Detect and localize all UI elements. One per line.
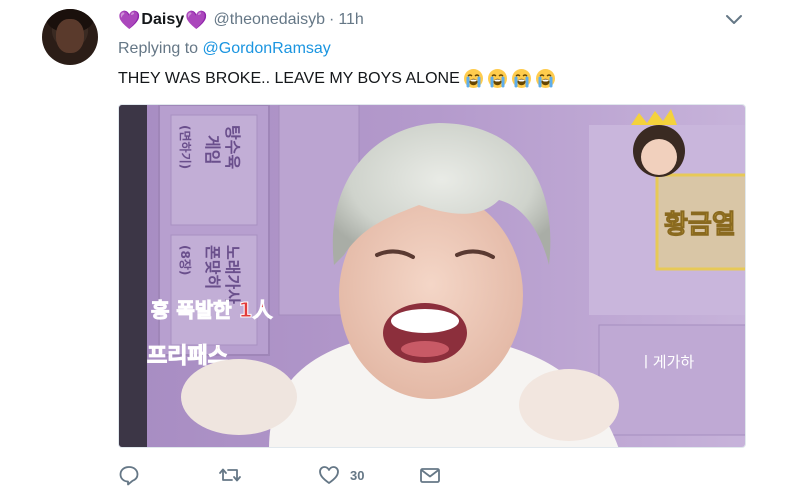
loudly-crying-face-icon xyxy=(463,68,484,89)
purple-heart-icon: 💜 xyxy=(185,10,208,30)
overlay-caption: 홍 폭발한 1人 xyxy=(151,298,273,322)
loudly-crying-face-icon xyxy=(535,68,556,89)
tweet-media[interactable]: 탕수육 게임 (면하기) 노래가사 폰맞히 (8장) 홍 폭발한 1人 프리패스… xyxy=(118,104,746,448)
heart-icon xyxy=(319,466,339,484)
tweet-actions: 30 xyxy=(118,462,518,488)
tweet-text: THEY WAS BROKE.. LEAVE MY BOYS ALONE xyxy=(118,68,556,89)
avatar[interactable] xyxy=(42,9,98,65)
retweet-icon xyxy=(219,468,241,482)
reply-button[interactable] xyxy=(118,462,140,488)
board-text: 폰맞히 xyxy=(203,245,222,289)
board-text: (면하기) xyxy=(178,125,193,169)
user-handle[interactable]: @theonedaisyb xyxy=(214,11,325,29)
tweet-header: 💜 Daisy 💜 @theonedaisyb · 11h xyxy=(118,9,364,31)
board-text: (8장) xyxy=(178,245,192,275)
direct-message-button[interactable] xyxy=(418,462,442,488)
svg-text:ㅣ게가하: ㅣ게가하 xyxy=(639,353,694,371)
envelope-icon xyxy=(420,468,440,483)
display-name[interactable]: Daisy xyxy=(141,11,184,29)
emoji-row xyxy=(460,68,556,89)
reply-mention-link[interactable]: @GordonRamsay xyxy=(203,40,331,57)
board-text: 노래가사 xyxy=(223,245,242,304)
like-button[interactable]: 30 xyxy=(318,462,364,488)
board-text: 게임 xyxy=(203,135,222,164)
banner-text: 황금열 xyxy=(664,210,736,240)
retweet-button[interactable] xyxy=(218,462,242,488)
replying-prefix: Replying to xyxy=(118,40,203,57)
replying-to: Replying to @GordonRamsay xyxy=(118,40,331,58)
chevron-down-icon[interactable] xyxy=(724,12,744,28)
board-text: 탕수육 xyxy=(223,125,242,169)
like-count: 30 xyxy=(350,467,365,483)
timestamp[interactable]: 11h xyxy=(338,11,364,29)
tweet: 💜 Daisy 💜 @theonedaisyb · 11h Replying t… xyxy=(0,0,790,492)
loudly-crying-face-icon xyxy=(487,68,508,89)
tweet-body: THEY WAS BROKE.. LEAVE MY BOYS ALONE xyxy=(118,69,460,87)
separator: · xyxy=(328,11,335,28)
reply-icon xyxy=(119,466,139,486)
loudly-crying-face-icon xyxy=(511,68,532,89)
media-image: 탕수육 게임 (면하기) 노래가사 폰맞히 (8장) 홍 폭발한 1人 프리패스… xyxy=(119,105,745,447)
purple-heart-icon: 💜 xyxy=(118,10,141,30)
